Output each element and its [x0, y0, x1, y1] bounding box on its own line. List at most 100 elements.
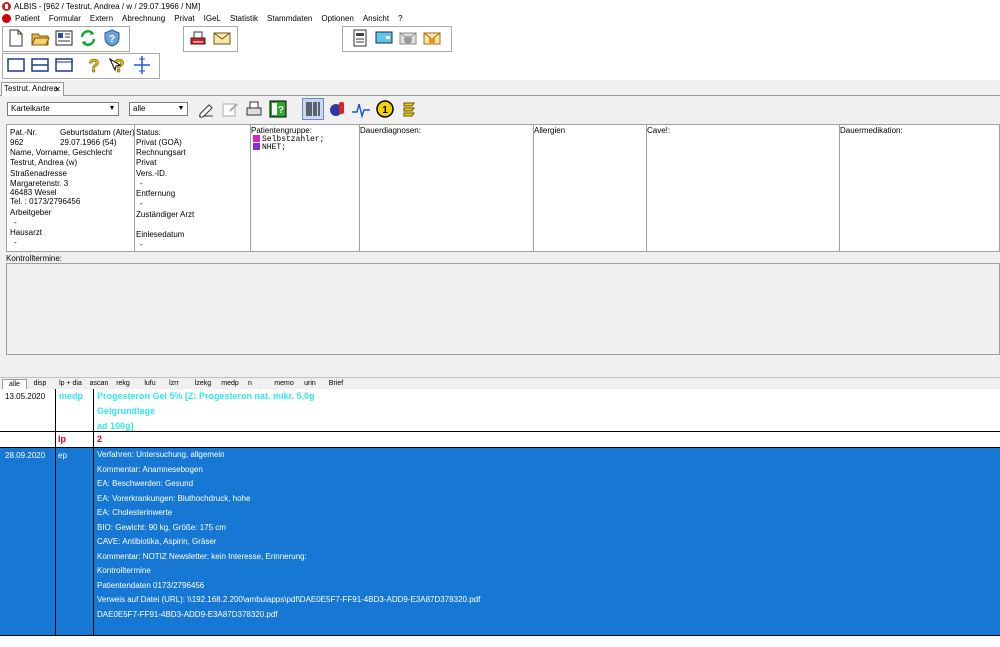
table-row-selected[interactable]: 28.09.2020 ep Verfahren: Untersuchung, a… [0, 448, 1000, 636]
window-title: ALBIS - [962 / Testrut, Andrea / w / 29.… [14, 1, 201, 11]
entry-date: 13.05.2020 [5, 392, 46, 401]
mail-icon[interactable] [211, 27, 233, 49]
entry-line: Progesteron Gel 5% [Z: Progesteron nat. … [97, 391, 315, 401]
table-row[interactable]: lp 2 [0, 432, 1000, 448]
edit-entry-icon[interactable] [219, 98, 241, 120]
notepad-icon[interactable] [349, 27, 371, 49]
menu-ansicht[interactable]: Ansicht [363, 14, 389, 23]
main-toolbar: ? ? [0, 25, 1000, 80]
status-value: Privat (GOÄ) [136, 138, 182, 147]
entry-line: CAVE: Antibiotika, Aspirin, Gräser [97, 537, 217, 546]
menu-patient[interactable]: Patient [15, 14, 40, 23]
name-value: Testrut, Andrea (w) [10, 158, 78, 167]
lab-icon[interactable] [326, 98, 348, 120]
menu-help[interactable]: ? [398, 14, 402, 23]
karteikarte-entries: 13.05.2020 medp Progesteron Gel 5% [Z: P… [0, 389, 1000, 647]
patient-card-icon[interactable] [53, 27, 75, 49]
dauerdiagnosen-label: Dauerdiagnosen: [360, 126, 421, 135]
entry-line: Kontrolltermine [97, 566, 151, 575]
entry-content: Verfahren: Untersuchung, allgemein Komme… [97, 448, 480, 635]
column-divider [55, 432, 56, 447]
open-folder-icon[interactable] [29, 27, 51, 49]
menu-stammdaten[interactable]: Stammdaten [267, 14, 312, 23]
city-value: 46483 Wesel [10, 188, 57, 197]
street-value: Margaretenstr. 3 [10, 179, 69, 188]
layout-single-icon[interactable] [5, 54, 27, 76]
cave-label: Cave!: [647, 126, 671, 135]
menu-privat[interactable]: Privat [174, 14, 194, 23]
group-item-nhet[interactable]: NHET; [253, 143, 286, 152]
svg-text:?: ? [278, 105, 284, 116]
print-card-icon[interactable] [243, 98, 265, 120]
close-icon[interactable]: ✕ [54, 84, 61, 96]
entry-line[interactable]: Verweis auf Datei (URL): \\192.168.2.200… [97, 593, 480, 608]
counter-icon[interactable]: 1 [374, 98, 396, 120]
pin-icon[interactable] [131, 54, 153, 76]
menu-optionen[interactable]: Optionen [321, 14, 353, 23]
menu-extern[interactable]: Extern [90, 14, 113, 23]
entry-line: Patientendaten 0173/2796456 [97, 580, 205, 590]
view-select[interactable]: Karteikarte ▼ [7, 102, 119, 116]
new-document-icon[interactable] [5, 27, 27, 49]
layout-split-icon[interactable] [29, 54, 51, 76]
group-color-swatch [253, 143, 260, 151]
menu-igel[interactable]: IGeL [204, 14, 221, 23]
table-row[interactable]: 13.05.2020 medp Progesteron Gel 5% [Z: P… [0, 389, 1000, 432]
menu-bar: Patient Formular Extern Abrechnung Priva… [0, 12, 1000, 25]
entry-line: BIO: Gewicht: 90 kg, Größe: 175 cm [97, 522, 226, 532]
menu-statistik[interactable]: Statistik [230, 14, 258, 23]
monitor-icon[interactable] [373, 27, 395, 49]
refresh-icon[interactable] [77, 27, 99, 49]
dauermedikation-column[interactable]: Dauermedikation: [840, 125, 1000, 251]
kontrolltermine-box[interactable] [6, 263, 1000, 355]
entry-line[interactable]: DAE0E5F7-FF91-4BD3-ADD9-E3A87D378320.pdf [97, 608, 480, 623]
form-icon[interactable]: ? [267, 98, 289, 120]
entry-content: Progesteron Gel 5% [Z: Progesteron nat. … [97, 389, 315, 431]
column-divider [55, 448, 56, 635]
patnr-value: 962 [10, 138, 24, 147]
phone-value: Tel. : 0173/2796456 [10, 197, 81, 206]
entry-type: medp [59, 391, 84, 401]
layout-wide-icon[interactable] [53, 54, 75, 76]
allergien-column[interactable]: Allergien [534, 125, 647, 251]
column-divider [93, 432, 94, 447]
print-icon[interactable] [187, 27, 209, 49]
sign-document-icon[interactable] [195, 98, 217, 120]
stack-icon[interactable] [398, 98, 420, 120]
barcode-icon[interactable] [302, 98, 324, 120]
doctor-label: Zuständiger Arzt [136, 210, 195, 219]
tab-patient[interactable]: Testrut. Andrea ✕ [1, 82, 64, 96]
help-icon[interactable]: ? [83, 54, 105, 76]
distance-value: - [140, 199, 143, 208]
column-divider [93, 389, 94, 431]
menu-abrechnung[interactable]: Abrechnung [122, 14, 165, 23]
chevron-down-icon: ▼ [177, 105, 185, 112]
scope-select[interactable]: alle ▼ [129, 102, 188, 116]
tab-patient-label: Testrut. Andrea [4, 84, 58, 93]
context-help-icon[interactable]: ? [107, 54, 129, 76]
column-divider [55, 389, 56, 431]
dauerdiagnosen-column[interactable]: Dauerdiagnosen: [360, 125, 534, 251]
shield-help-icon[interactable]: ? [101, 27, 123, 49]
distance-label: Entfernung [136, 189, 176, 198]
mail-disabled-icon[interactable] [397, 27, 419, 49]
svg-text:?: ? [109, 34, 115, 45]
ecg-icon[interactable] [350, 98, 372, 120]
entry-line: Gelgrundlage [97, 406, 156, 416]
scope-select-value: alle [133, 104, 146, 113]
entry-line: Verfahren: Untersuchung, allgemein [97, 450, 225, 459]
patient-group-column: Patientengruppe: Selbstzahler; NHET; [251, 125, 360, 251]
entry-filter-tabs: alle disp lp + dia ascan rekg lufu lzrr … [0, 377, 1000, 390]
insurance-value: - [140, 179, 143, 188]
mail-locked-icon[interactable] [421, 27, 443, 49]
patient-master-column: Pat.-Nr. Geburtsdatum (Alter) 962 29.07.… [7, 125, 135, 251]
window-titlebar: ALBIS - [962 / Testrut, Andrea / w / 29.… [0, 0, 1000, 12]
patient-tabstrip: Testrut. Andrea ✕ [0, 80, 1000, 96]
patient-info-panel: Pat.-Nr. Geburtsdatum (Alter) 962 29.07.… [6, 124, 1000, 252]
app-menu-icon[interactable] [2, 14, 11, 23]
cave-column[interactable]: Cave!: [647, 125, 840, 251]
billing-value: Privat [136, 158, 157, 167]
gp-value: - [14, 238, 17, 247]
menu-formular[interactable]: Formular [49, 14, 81, 23]
entry-date: 28.09.2020 [5, 451, 46, 460]
